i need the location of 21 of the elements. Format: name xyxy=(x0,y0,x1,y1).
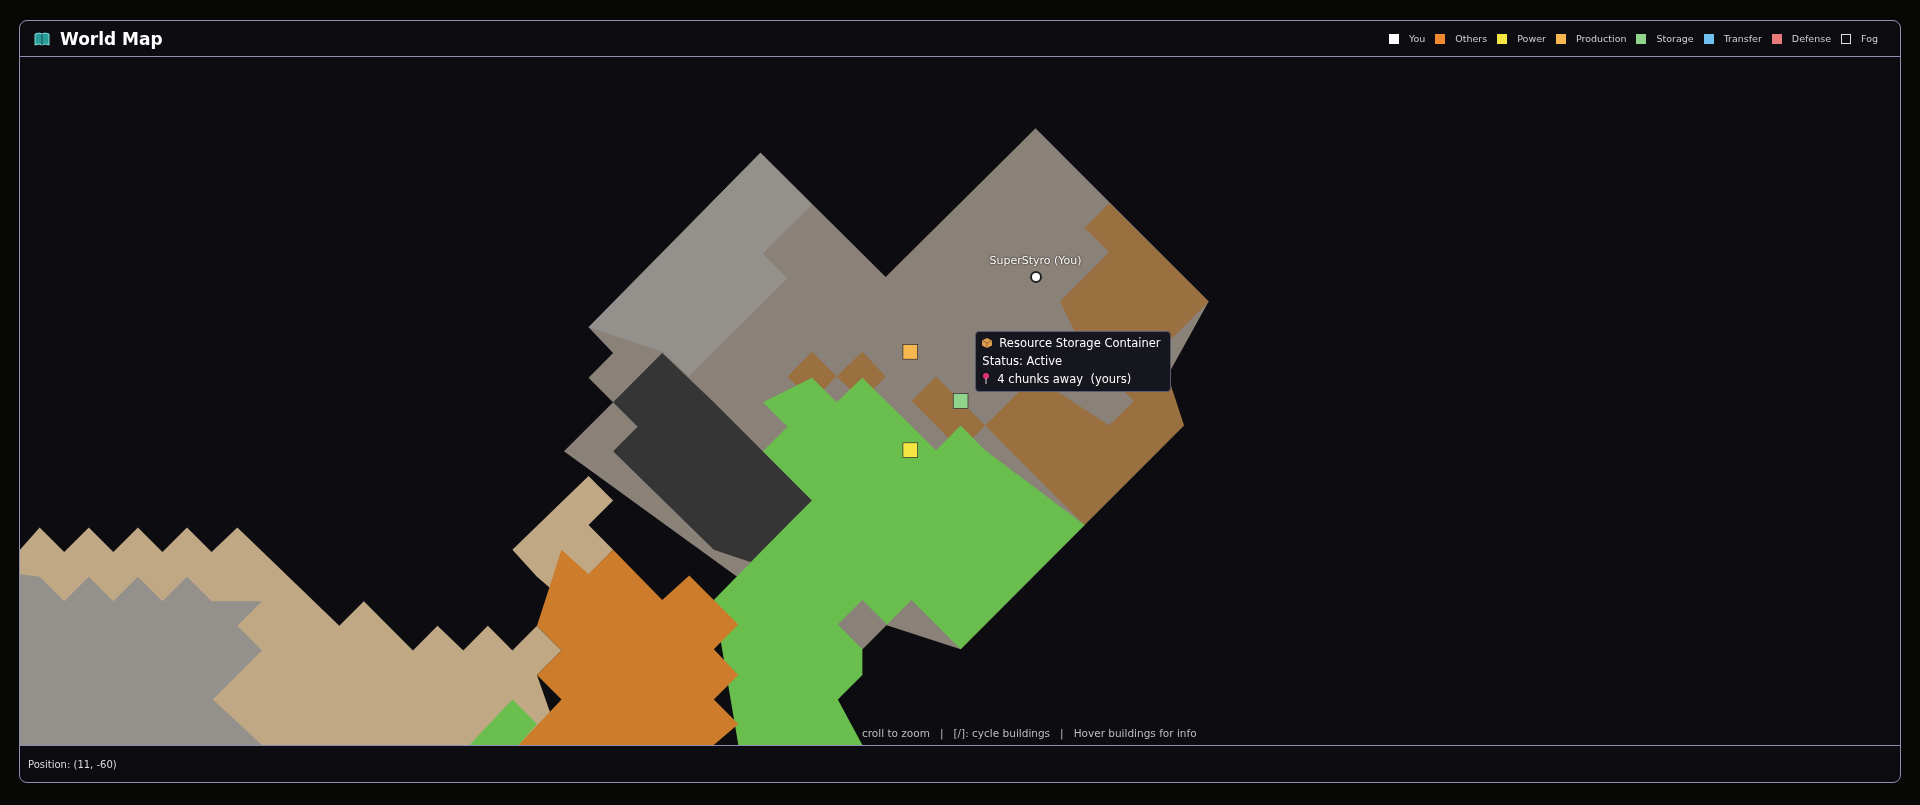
legend-label: Others xyxy=(1455,33,1488,44)
legend-label: Power xyxy=(1517,33,1546,44)
box-icon xyxy=(982,337,993,348)
position-readout: Position: (11, -60) xyxy=(28,758,117,770)
map-book-icon xyxy=(34,31,50,46)
legend-label: Transfer xyxy=(1723,33,1762,44)
legend-label: You xyxy=(1408,33,1426,44)
legend-label: Defense xyxy=(1791,33,1832,44)
building-marker[interactable] xyxy=(902,344,918,360)
tooltip-distance: 4 chunks away (yours) xyxy=(997,371,1132,386)
legend-label: Storage xyxy=(1656,33,1694,44)
building-marker[interactable] xyxy=(902,442,918,458)
legend-label: Fog xyxy=(1861,33,1878,44)
window-title: World Map xyxy=(60,28,163,49)
pin-icon xyxy=(982,373,991,385)
tooltip-status: Status: Active xyxy=(982,353,1064,368)
tooltip-title: Resource Storage Container xyxy=(999,335,1161,350)
legend-label: Production xyxy=(1575,33,1627,44)
building-marker[interactable] xyxy=(952,393,969,409)
controls-hint: croll to zoom | [/]: cycle buildings | Hover buildings for info xyxy=(862,727,1197,739)
player-label: SuperStyro (You) xyxy=(989,254,1082,268)
